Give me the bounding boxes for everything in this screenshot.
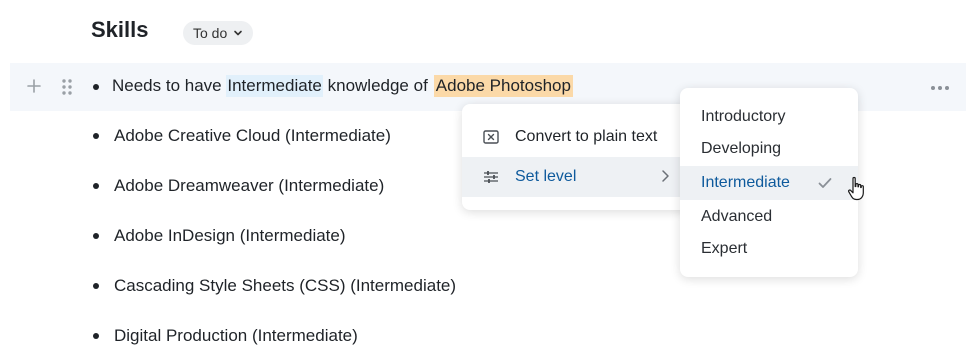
convert-label: Convert to plain text bbox=[515, 128, 658, 145]
sliders-icon bbox=[482, 168, 500, 186]
status-label: To do bbox=[193, 25, 228, 41]
context-menu: Convert to plain text Set level bbox=[462, 104, 690, 210]
level-highlight[interactable]: Intermediate bbox=[226, 75, 323, 97]
skill-highlight[interactable]: Adobe Photoshop bbox=[433, 75, 573, 97]
chevron-right-icon bbox=[660, 169, 670, 188]
more-options-icon[interactable] bbox=[930, 78, 950, 96]
level-option-developing[interactable]: Developing bbox=[680, 132, 858, 166]
checkmark-icon bbox=[818, 176, 832, 194]
list-item[interactable]: Adobe Dreamweaver (Intermediate) bbox=[114, 176, 384, 196]
status-dropdown[interactable]: To do bbox=[183, 21, 254, 45]
list-item[interactable]: Adobe InDesign (Intermediate) bbox=[114, 226, 346, 246]
main-item-middle: knowledge of bbox=[327, 76, 428, 95]
convert-to-plain-text-item[interactable]: Convert to plain text bbox=[462, 117, 690, 157]
section-title: Skills bbox=[91, 17, 149, 42]
list-item[interactable]: Adobe Creative Cloud (Intermediate) bbox=[114, 126, 391, 146]
level-option-introductory[interactable]: Introductory bbox=[680, 100, 858, 134]
chevron-down-icon bbox=[233, 28, 243, 38]
level-option-advanced[interactable]: Advanced bbox=[680, 200, 858, 234]
set-level-label: Set level bbox=[515, 168, 577, 185]
bullet bbox=[93, 283, 99, 289]
main-item-prefix: Needs to have bbox=[112, 76, 222, 95]
level-option-expert[interactable]: Expert bbox=[680, 232, 858, 266]
bullet bbox=[93, 233, 99, 239]
hand-pointer-icon bbox=[846, 176, 868, 207]
bullet bbox=[93, 183, 99, 189]
level-submenu: Introductory Developing Intermediate Adv… bbox=[680, 88, 858, 277]
main-skill-line[interactable]: Needs to have Intermediate knowledge of … bbox=[112, 75, 573, 97]
level-option-intermediate[interactable]: Intermediate bbox=[680, 166, 858, 200]
add-block-icon[interactable] bbox=[27, 79, 41, 98]
list-item[interactable]: Digital Production (Intermediate) bbox=[114, 326, 358, 346]
bullet bbox=[93, 133, 99, 139]
bullet bbox=[93, 84, 99, 90]
bullet bbox=[93, 333, 99, 339]
level-option-label: Intermediate bbox=[701, 174, 790, 191]
list-item[interactable]: Cascading Style Sheets (CSS) (Intermedia… bbox=[114, 276, 456, 296]
close-box-icon bbox=[482, 128, 500, 146]
set-level-item[interactable]: Set level bbox=[462, 157, 690, 197]
drag-handle-icon[interactable] bbox=[61, 78, 73, 101]
